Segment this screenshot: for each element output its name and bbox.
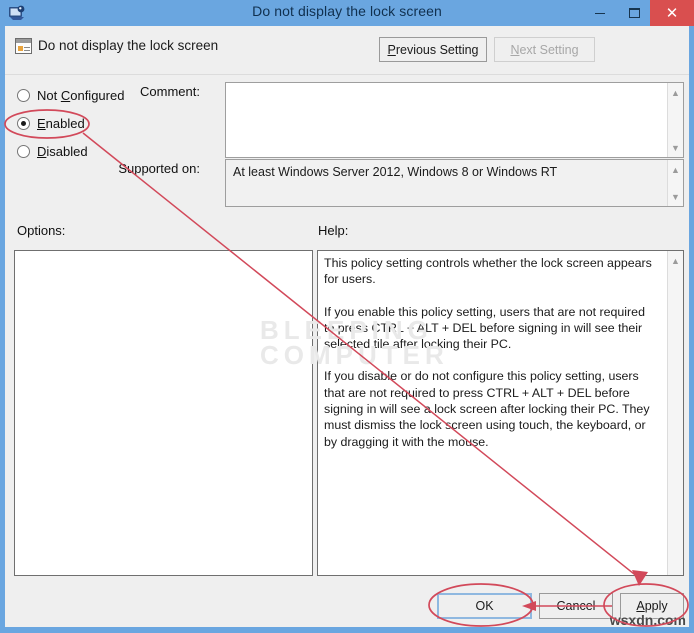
help-label: Help: [318,223,349,238]
maximize-icon [628,8,640,18]
title-bar: Do not display the lock screen ✕ [0,0,694,26]
icon-line-two [24,50,30,51]
next-setting-label: ext Setting [519,42,579,57]
supported-on-value: At least Windows Server 2012, Windows 8 … [233,165,558,179]
radio-disabled[interactable]: Disabled [17,144,88,159]
options-panel[interactable] [14,250,313,576]
bleeping-computer-watermark: BLEEPING COMPUTER [260,315,449,370]
dialog-client-area: Do not display the lock screen Previous … [5,26,689,627]
close-button[interactable]: ✕ [650,0,694,26]
icon-titlebar-shape [16,39,31,43]
radio-disabled-label: Disabled [37,144,88,159]
supported-on-label: Supported on: [118,161,200,176]
radio-disabled-dot [17,145,30,158]
cancel-button[interactable]: Cancel [539,593,613,619]
help-scrollbar[interactable]: ▲ [667,251,683,575]
minimize-button[interactable] [584,0,616,26]
scroll-up-icon[interactable]: ▲ [668,85,683,100]
supported-on-scrollbar[interactable]: ▲ ▼ [667,160,683,206]
scroll-up-icon[interactable]: ▲ [668,253,683,268]
ok-button[interactable]: OK [437,593,532,619]
policy-header: Do not display the lock screen Previous … [5,26,689,75]
apply-mnemonic: A [636,599,645,613]
comment-label: Comment: [140,84,200,99]
radio-enabled-dot [17,117,30,130]
options-label: Options: [17,223,66,238]
scroll-down-icon[interactable]: ▼ [668,189,683,204]
policy-title: Do not display the lock screen [38,38,219,53]
help-panel: This policy setting controls whether the… [317,250,684,576]
comment-scrollbar[interactable]: ▲ ▼ [667,83,683,157]
comment-input[interactable]: ▲ ▼ [225,82,684,158]
radio-not-configured-dot [17,89,30,102]
next-setting-mnemonic: N [510,42,520,57]
radio-enabled-label: Enabled [37,116,85,131]
policy-setting-icon [15,38,32,54]
site-watermark: wsxdn.com [609,612,686,628]
help-paragraph: If you disable or do not configure this … [324,369,650,449]
next-setting-button: Next Setting [494,37,595,62]
icon-line-one [24,47,30,48]
scroll-down-icon[interactable]: ▼ [668,140,683,155]
apply-label: pply [644,599,668,613]
previous-setting-label: revious Setting [395,42,479,57]
scroll-up-icon[interactable]: ▲ [668,162,683,177]
close-icon: ✕ [665,5,679,22]
group-policy-dialog-window: Do not display the lock screen ✕ Do not … [0,0,694,633]
help-paragraph: This policy setting controls whether the… [324,256,652,287]
radio-enabled[interactable]: Enabled [17,116,85,131]
icon-square-shape [18,46,23,51]
minimize-icon [595,12,605,14]
supported-on-field: At least Windows Server 2012, Windows 8 … [225,159,684,207]
previous-setting-button[interactable]: Previous Setting [379,37,487,62]
maximize-button[interactable] [618,0,650,26]
previous-setting-mnemonic: P [387,42,396,57]
